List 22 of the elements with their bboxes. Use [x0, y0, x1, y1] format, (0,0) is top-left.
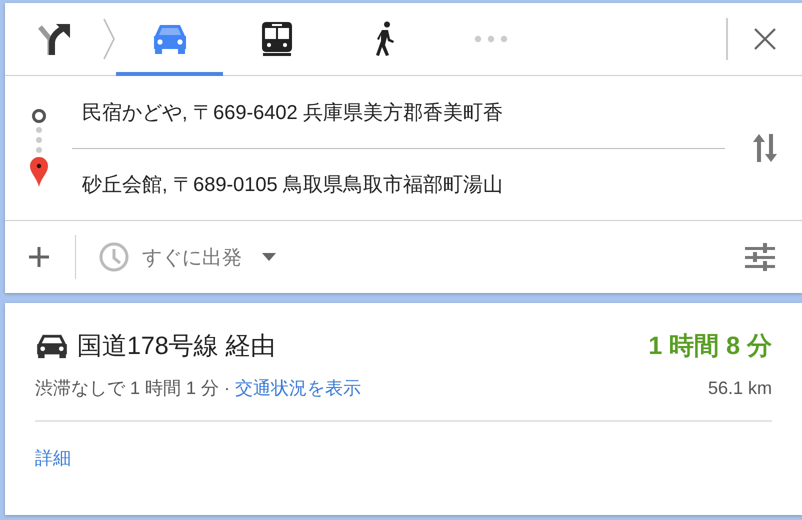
details-link[interactable]: 詳細 — [35, 446, 71, 470]
car-icon — [152, 23, 188, 55]
clock-icon — [98, 241, 130, 273]
departure-dropdown[interactable]: すぐに出発 — [98, 237, 276, 277]
add-stop-button[interactable] — [27, 245, 51, 269]
chevron-icon — [102, 17, 116, 61]
map-pin-icon — [28, 156, 48, 188]
route-duration: 1 時間 8 分 — [648, 331, 772, 362]
car-icon — [35, 332, 69, 358]
traffic-link[interactable]: 交通状況を表示 — [235, 378, 362, 398]
dotted-line-icon — [34, 126, 42, 154]
more-icon — [474, 35, 508, 43]
swap-button[interactable] — [751, 133, 779, 163]
train-icon — [260, 21, 292, 57]
route-distance: 56.1 km — [708, 378, 772, 398]
caret-icon — [262, 253, 276, 261]
destination-field[interactable]: 砂丘会館, 〒689-0105 鳥取県鳥取市福部町湯山 — [72, 148, 725, 220]
start-point-icon — [30, 108, 46, 124]
settings-button[interactable] — [745, 243, 775, 271]
route-title: 国道178号線 経由 — [77, 331, 276, 362]
origin-field[interactable]: 民宿かどや, 〒669-6402 兵庫県美方郡香美町香 — [72, 76, 725, 148]
traffic-summary: 渋滞なしで 1 時間 1 分 · 交通状況を表示 — [35, 377, 362, 400]
